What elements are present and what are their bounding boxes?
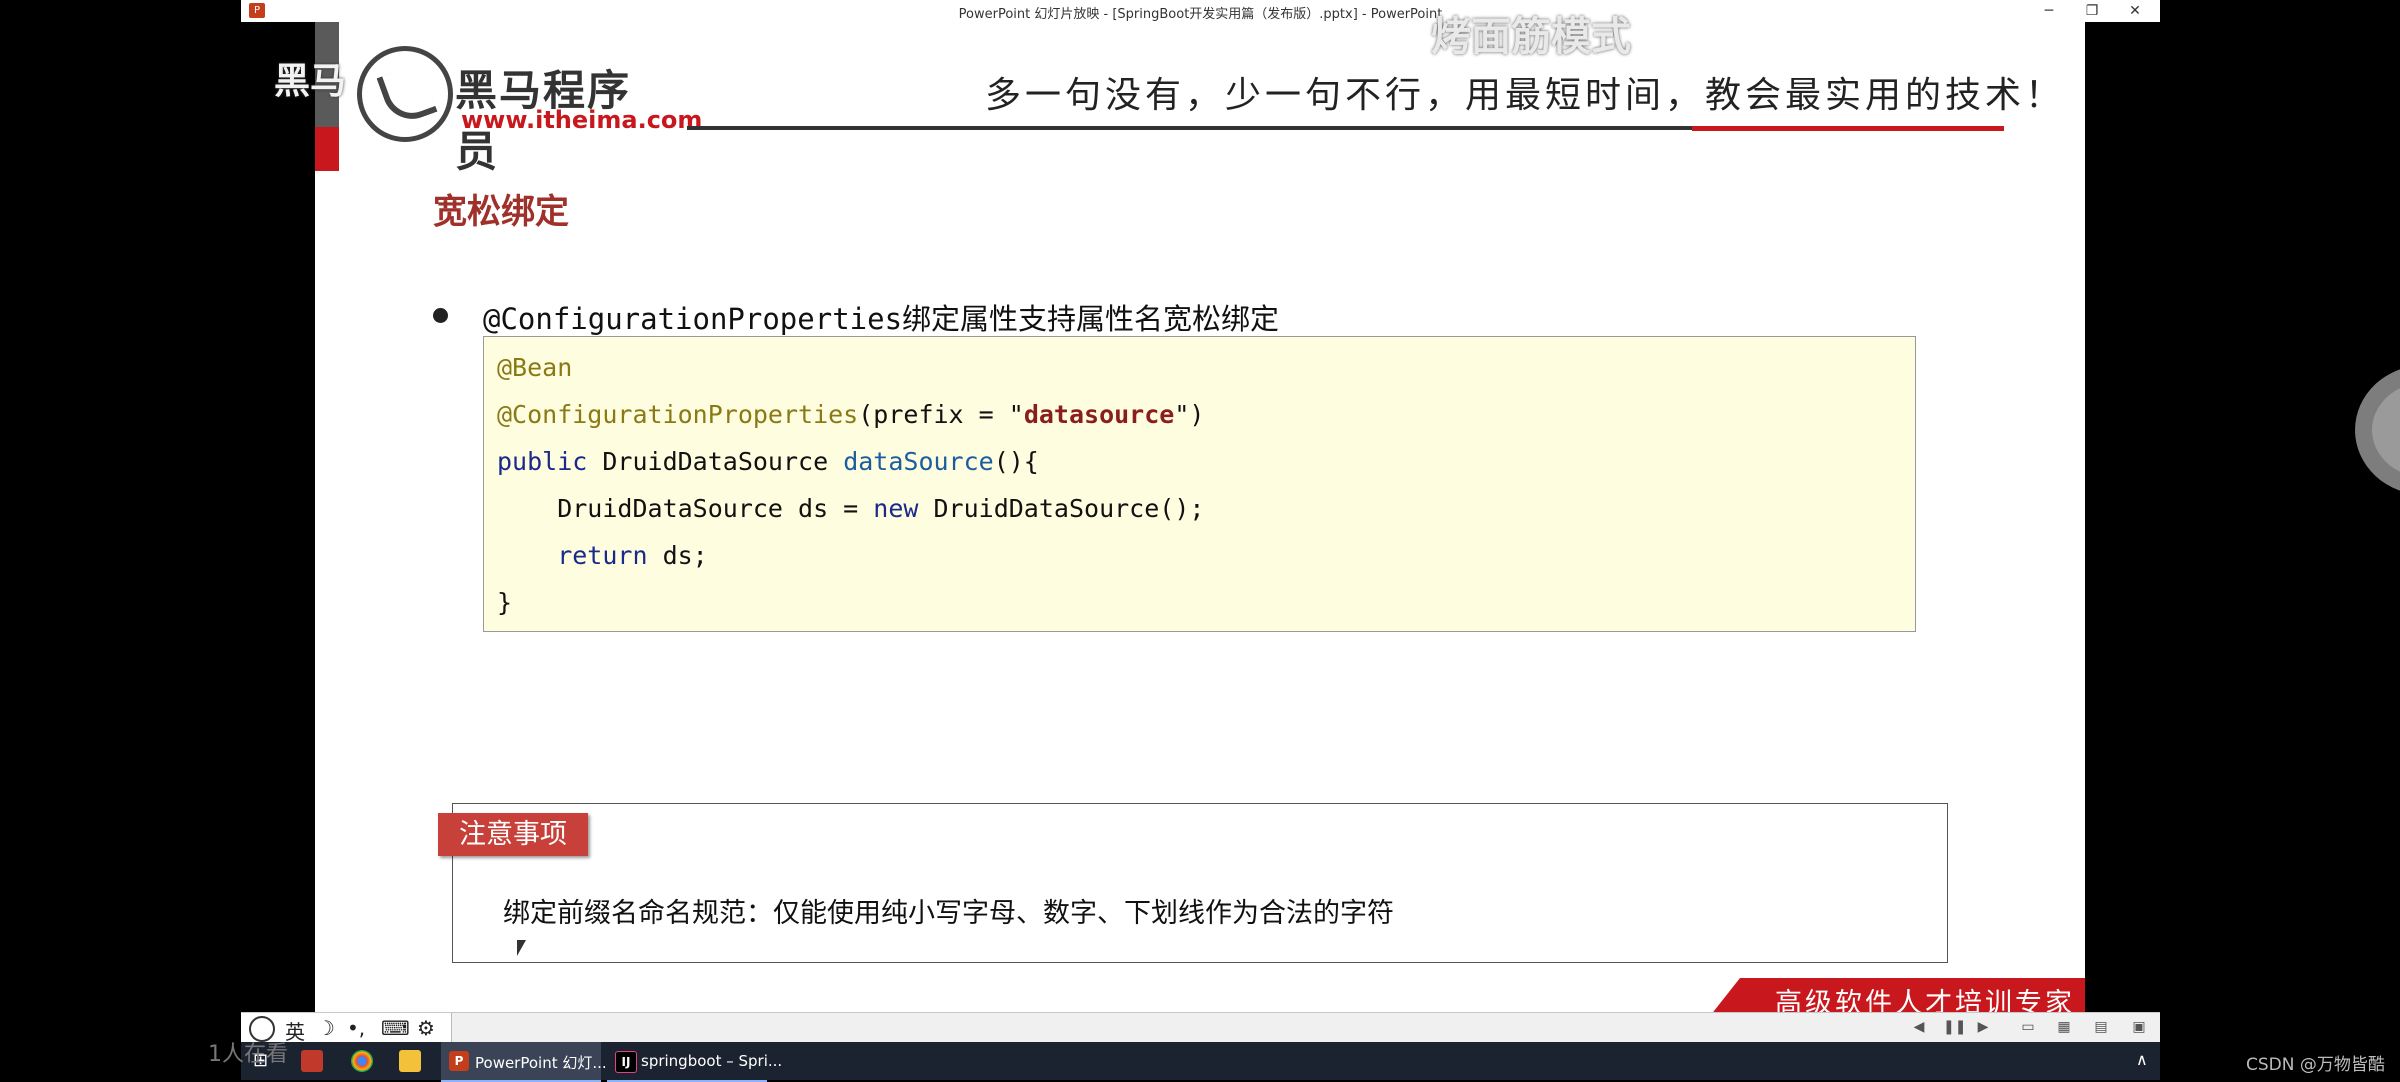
bullet-code: @ConfigurationProperties xyxy=(483,302,903,336)
keyword-return: return xyxy=(497,541,648,570)
keyboard-icon[interactable]: ⌨ xyxy=(381,1016,410,1040)
code-line-6: } xyxy=(497,588,512,617)
taskbar-app-intellij[interactable]: IJ springboot – Spri... xyxy=(607,1042,782,1082)
minimize-button[interactable]: ─ xyxy=(2026,0,2072,22)
code-declaration: DruidDataSource ds = xyxy=(497,494,874,523)
header-divider xyxy=(687,126,1702,130)
app-icon-red[interactable] xyxy=(301,1050,323,1072)
mode-overlay-text: 烤面筋模式 xyxy=(1431,14,1631,60)
reading-view-icon[interactable]: ▤ xyxy=(2093,1019,2109,1035)
code-line-1: @Bean xyxy=(497,353,572,382)
restore-button[interactable]: ❐ xyxy=(2069,0,2115,22)
taskbar-app-label: PowerPoint 幻灯... xyxy=(475,1054,607,1072)
code-prefix-value: datasource xyxy=(1023,400,1175,429)
close-button[interactable]: ✕ xyxy=(2112,0,2158,22)
taskbar: ⊞ P PowerPoint 幻灯... IJ springboot – Spr… xyxy=(241,1042,2160,1082)
header-slogan: 多一句没有，少一句不行，用最短时间，教会最实用的技术！ xyxy=(985,75,2066,116)
slide-sorter-icon[interactable]: ▦ xyxy=(2056,1019,2072,1035)
code-line-4: DruidDataSource ds = new DruidDataSource… xyxy=(497,494,1204,523)
slide-title: 宽松绑定 xyxy=(433,192,569,232)
code-prefix-arg: (prefix = " xyxy=(858,400,1024,429)
horse-logo-icon xyxy=(357,46,453,142)
code-close-brace: } xyxy=(497,588,513,617)
ime-language[interactable]: 英 xyxy=(285,1016,305,1045)
slide: 黑马程序员 www.itheima.com 多一句没有，少一句不行，用最短时间，… xyxy=(315,22,2085,1016)
logo-url: www.itheima.com xyxy=(461,106,703,134)
window-title-bar: P PowerPoint 幻灯片放映 - [SpringBoot开发实用篇（发布… xyxy=(241,0,2160,23)
csdn-watermark: CSDN @万物皆酷 xyxy=(2246,1055,2385,1075)
keyword-public: public xyxy=(497,447,588,476)
taskbar-app-label: springboot – Spri... xyxy=(641,1052,783,1070)
mouse-cursor-icon xyxy=(517,940,526,956)
gear-icon[interactable]: ⚙ xyxy=(417,1016,435,1040)
company-logo: 黑马程序员 www.itheima.com xyxy=(315,22,702,176)
window-title: PowerPoint 幻灯片放映 - [SpringBoot开发实用篇（发布版）… xyxy=(958,7,1443,22)
powerpoint-icon: P xyxy=(449,1051,469,1071)
bullet-description: 绑定属性支持属性名宽松绑定 xyxy=(902,302,1280,336)
method-name: dataSource xyxy=(843,447,994,476)
tray-chevron-icon[interactable]: ∧ xyxy=(2136,1050,2148,1069)
intellij-icon: IJ xyxy=(615,1051,637,1073)
annotation-config-props: @ConfigurationProperties xyxy=(497,400,859,429)
punctuation-icon[interactable]: •, xyxy=(347,1016,365,1040)
chrome-icon[interactable] xyxy=(351,1050,373,1072)
pause-icon[interactable]: ❚❚ xyxy=(1943,1019,1966,1035)
code-block: @Bean @ConfigurationProperties(prefix = … xyxy=(483,336,1916,632)
annotation-bean: @Bean xyxy=(497,353,573,382)
taskbar-app-powerpoint[interactable]: P PowerPoint 幻灯... xyxy=(441,1042,607,1082)
code-return-type: DruidDataSource xyxy=(587,447,844,476)
slideshow-view-icon[interactable]: ▣ xyxy=(2131,1019,2147,1035)
file-explorer-icon[interactable] xyxy=(399,1050,421,1072)
bullet-icon xyxy=(433,308,448,323)
previous-slide-icon[interactable]: ◀ xyxy=(1911,1019,1927,1035)
left-overlay-text: 黑马 xyxy=(274,61,347,102)
code-line-2: @ConfigurationProperties(prefix = "datas… xyxy=(497,400,1204,429)
viewer-count: 1人在看 xyxy=(208,1042,288,1067)
note-tag: 注意事项 xyxy=(438,813,588,856)
code-return-value: ds; xyxy=(647,541,708,570)
code-method-open: (){ xyxy=(993,447,1039,476)
normal-view-icon[interactable]: ▭ xyxy=(2020,1019,2036,1035)
keyword-new: new xyxy=(873,494,919,523)
bullet-text: @ConfigurationProperties绑定属性支持属性名宽松绑定 xyxy=(483,296,1279,338)
moon-icon[interactable]: ☽ xyxy=(317,1016,335,1040)
code-line-5: return ds; xyxy=(497,541,708,570)
code-constructor: DruidDataSource(); xyxy=(918,494,1205,523)
slideshow-margin-left xyxy=(241,22,316,1016)
logo-strip-red xyxy=(315,127,339,171)
code-line-3: public DruidDataSource dataSource(){ xyxy=(497,447,1039,476)
note-box xyxy=(452,803,1948,963)
footer-text: 高级软件人才培训专家 xyxy=(1775,988,2075,1016)
code-prefix-close: ") xyxy=(1174,400,1205,429)
header-divider-accent xyxy=(1692,126,2004,131)
note-text: 绑定前缀名命名规范：仅能使用纯小写字母、数字、下划线作为合法的字符 xyxy=(503,898,1394,929)
slideshow-margin-right xyxy=(2085,22,2160,1016)
slideshow-status-bar: 英 ☽ •, ⌨ ⚙ ◀ ❚❚ ▶ ▭ ▦ ▤ ▣ xyxy=(241,1012,2160,1045)
next-slide-icon[interactable]: ▶ xyxy=(1975,1019,1991,1035)
